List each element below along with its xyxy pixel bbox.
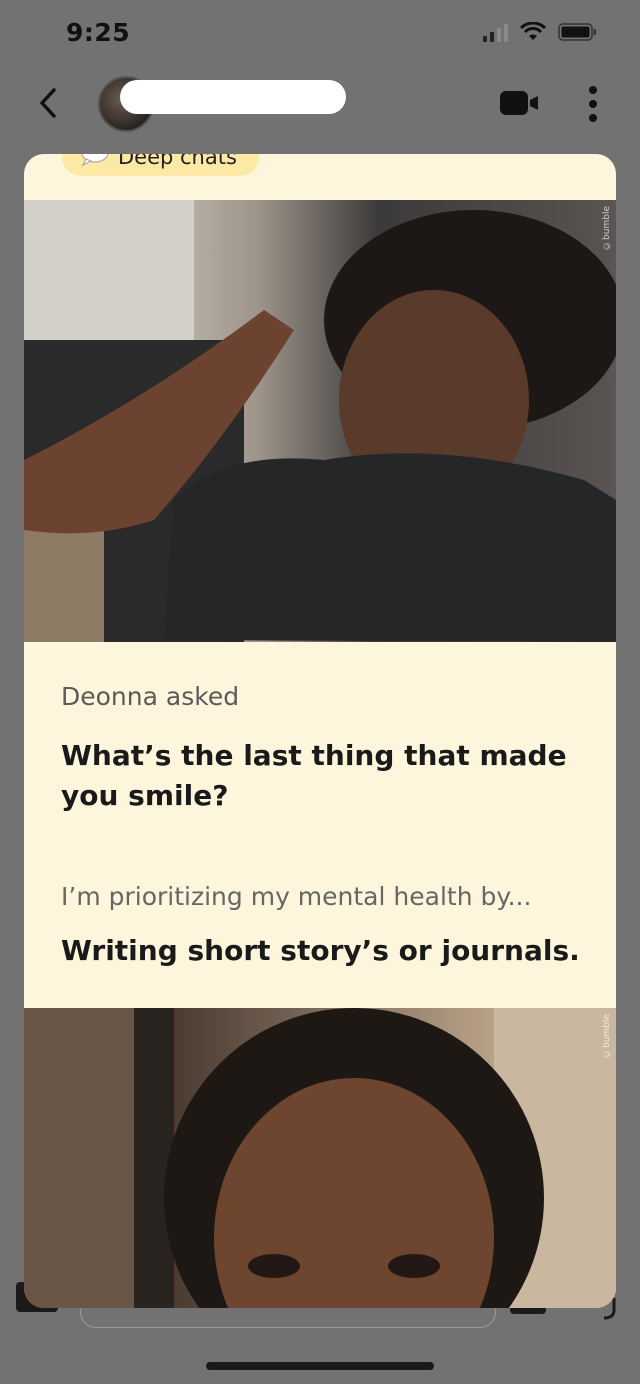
cellular-signal-icon — [483, 22, 508, 42]
wifi-icon — [520, 22, 546, 42]
question-2-prompt: I’m prioritizing my mental health by... — [61, 882, 532, 911]
status-time: 9:25 — [66, 18, 131, 47]
question-2-answer: Writing short story’s or journals. — [61, 934, 580, 967]
photo-2-illustration — [24, 1008, 616, 1308]
photo-2-watermark: ©bumble — [602, 1014, 612, 1058]
photo-1-watermark: ©bumble — [602, 206, 612, 250]
chevron-left-icon — [40, 88, 56, 118]
profile-photo-1[interactable]: ©bumble — [24, 200, 616, 642]
back-button[interactable] — [34, 86, 62, 120]
status-icons — [483, 22, 598, 42]
home-indicator[interactable] — [206, 1362, 434, 1370]
more-options-button[interactable] — [582, 84, 604, 124]
question-1-text: What’s the last thing that made you smil… — [61, 739, 567, 812]
vertical-dots-icon — [589, 86, 597, 122]
redacted-name — [120, 80, 346, 114]
deep-chats-chip: Deep chats — [62, 154, 259, 176]
question-1-asker: Deonna asked — [61, 682, 240, 711]
profile-card[interactable]: Deep chats ©bumble Deonna asked What’s t… — [24, 154, 616, 1308]
video-camera-icon — [500, 91, 538, 115]
profile-photo-2[interactable]: ©bumble — [24, 1008, 616, 1308]
chip-label: Deep chats — [118, 154, 237, 169]
speech-bubble-icon — [81, 154, 109, 166]
photo-1-illustration — [24, 200, 616, 642]
battery-icon — [558, 22, 598, 42]
video-call-button[interactable] — [500, 90, 540, 116]
